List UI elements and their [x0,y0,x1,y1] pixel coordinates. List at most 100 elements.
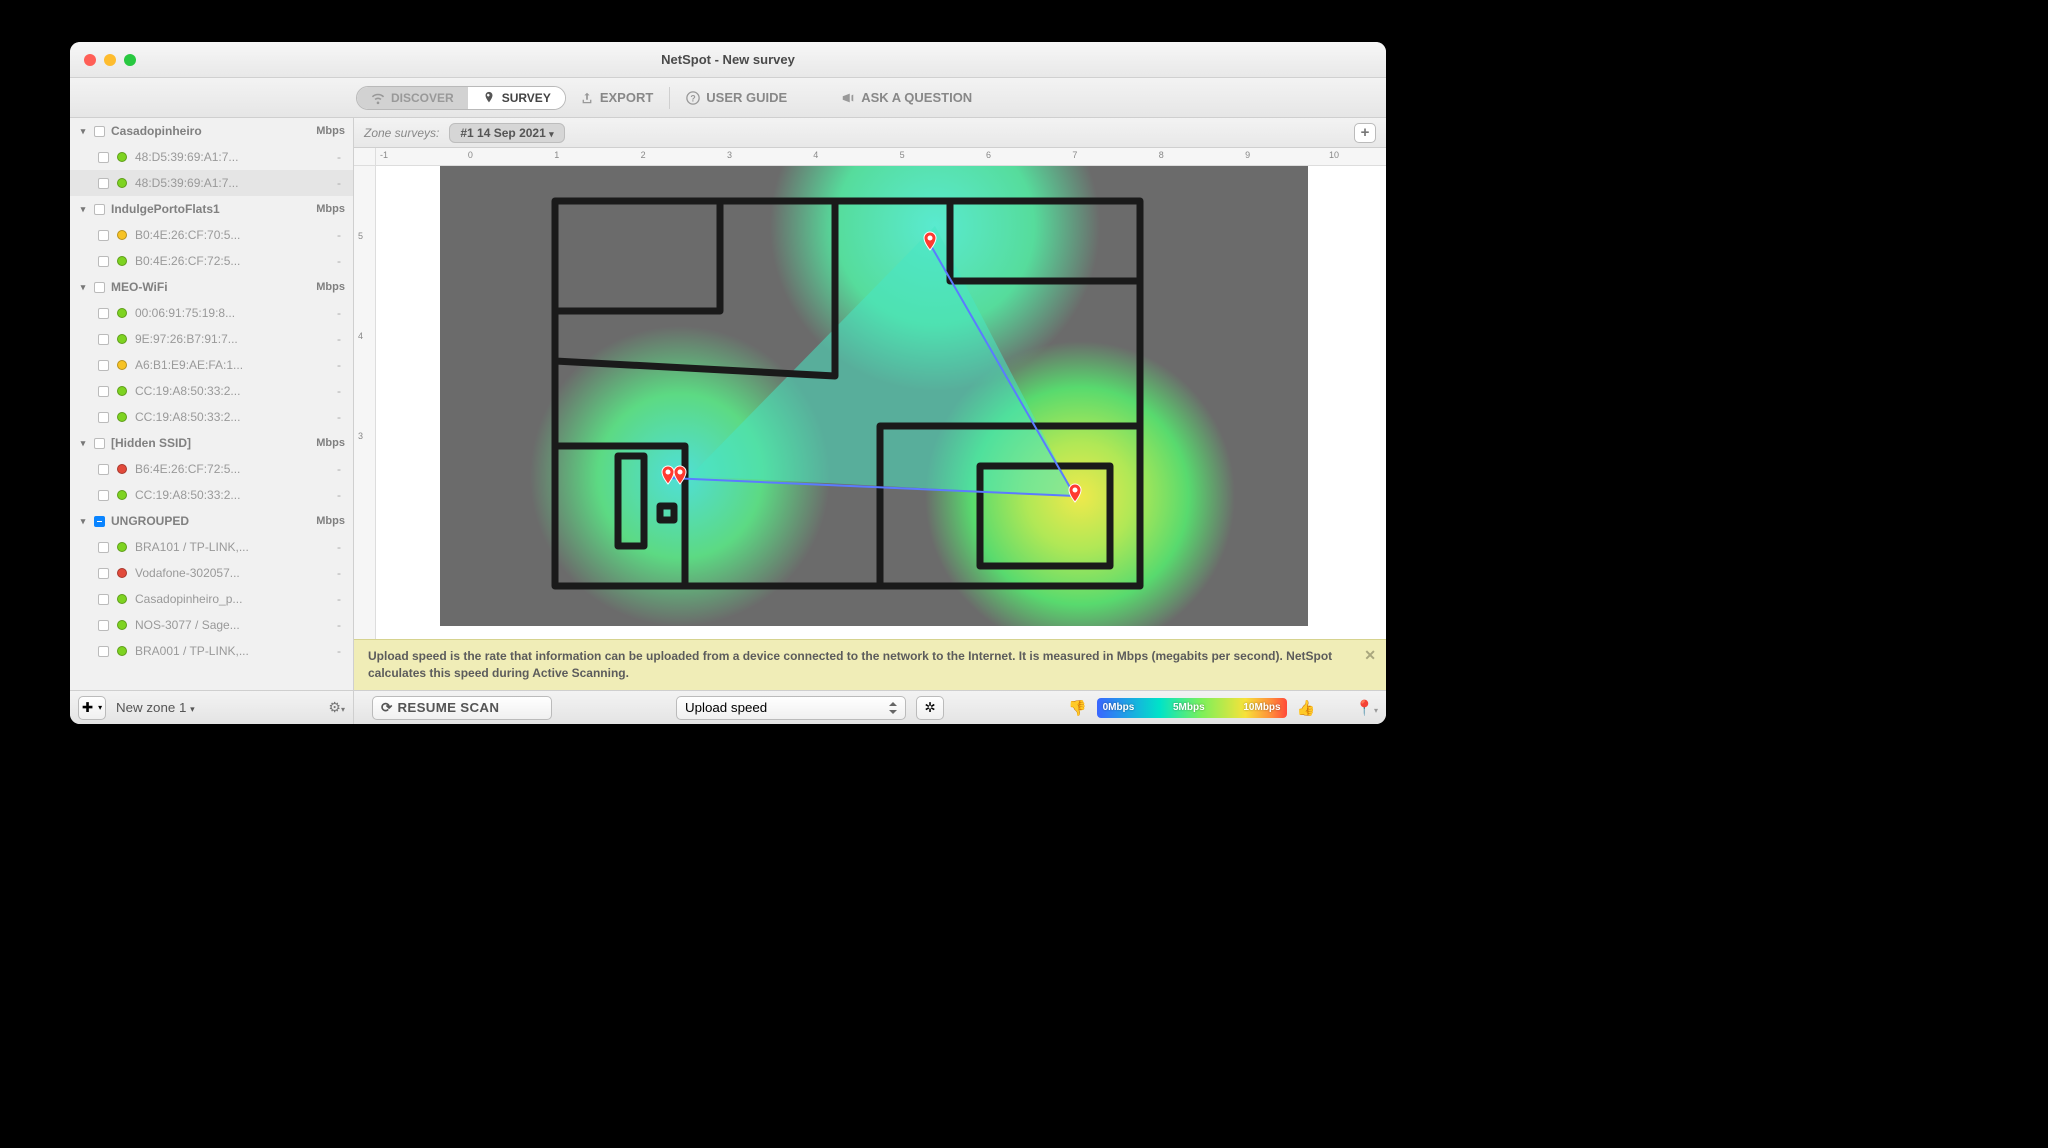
network-group-header[interactable]: ▾ [Hidden SSID] Mbps [70,430,353,456]
mbps-value: - [333,462,345,476]
network-row[interactable]: 48:D5:39:69:A1:7... - [70,144,353,170]
network-row[interactable]: CC:19:A8:50:33:2... - [70,378,353,404]
network-row[interactable]: 48:D5:39:69:A1:7... - [70,170,353,196]
mac-address: B6:4E:26:CF:72:5... [135,462,325,476]
network-row[interactable]: B0:4E:26:CF:72:5... - [70,248,353,274]
checkbox[interactable] [98,386,109,397]
checkbox[interactable] [94,126,105,137]
thumbs-down-icon[interactable]: 👎 [1068,699,1087,717]
network-row[interactable]: B0:4E:26:CF:70:5... - [70,222,353,248]
checkbox[interactable] [98,490,109,501]
ruler-vertical: 543 [354,166,376,690]
discover-tab[interactable]: DISCOVER [357,87,468,109]
mbps-value: - [333,618,345,632]
checkbox[interactable] [98,620,109,631]
mac-address: 48:D5:39:69:A1:7... [135,176,325,190]
network-row[interactable]: CC:19:A8:50:33:2... - [70,404,353,430]
network-row[interactable]: 00:06:91:75:19:8... - [70,300,353,326]
network-row[interactable]: BRA001 / TP-LINK,... - [70,638,353,664]
marker-menu[interactable]: 📍▾ [1355,699,1378,717]
survey-canvas[interactable]: -1012345678910 543 [354,148,1386,690]
survey-tab[interactable]: SURVEY [468,87,565,109]
checkbox[interactable] [98,646,109,657]
network-group-header[interactable]: ▾ UNGROUPED Mbps [70,508,353,534]
network-group-header[interactable]: ▾ Casadopinheiro Mbps [70,118,353,144]
mac-address: CC:19:A8:50:33:2... [135,410,325,424]
mac-address: BRA001 / TP-LINK,... [135,644,325,658]
survey-selector[interactable]: #1 14 Sep 2021 ▾ [449,123,564,143]
network-row[interactable]: B6:4E:26:CF:72:5... - [70,456,353,482]
checkbox[interactable] [98,360,109,371]
network-row[interactable]: Vodafone-302057... - [70,560,353,586]
resume-scan-button[interactable]: ⟳ RESUME SCAN [372,696,552,720]
ruler-tick: 1 [554,150,559,160]
thumbs-up-icon[interactable]: 👍 [1297,699,1316,717]
legend-mid: 5Mbps [1173,702,1205,713]
mbps-header: Mbps [316,515,345,527]
zone-selector[interactable]: New zone 1 ▾ [116,700,195,715]
group-name: [Hidden SSID] [111,436,191,450]
mac-address: B0:4E:26:CF:72:5... [135,254,325,268]
floorplan [440,166,1308,626]
ruler-tick: 7 [1072,150,1077,160]
signal-led-icon [117,490,127,500]
network-row[interactable]: BRA101 / TP-LINK,... - [70,534,353,560]
mac-address: Casadopinheiro_p... [135,592,325,606]
minimize-icon[interactable] [104,54,116,66]
checkbox[interactable] [98,152,109,163]
network-row[interactable]: 9E:97:26:B7:91:7... - [70,326,353,352]
mbps-value: - [333,254,345,268]
network-sidebar[interactable]: ▾ Casadopinheiro Mbps 48:D5:39:69:A1:7..… [70,118,354,690]
ruler-tick: 6 [986,150,991,160]
export-button[interactable]: EXPORT [580,90,653,105]
checkbox[interactable] [98,256,109,267]
signal-led-icon [117,334,127,344]
info-banner: Upload speed is the rate that informatio… [354,639,1386,690]
app-window: NetSpot - New survey DISCOVER SURVEY EXP… [70,42,1386,724]
network-row[interactable]: CC:19:A8:50:33:2... - [70,482,353,508]
chevron-down-icon: ▾ [78,282,88,293]
wifi-icon [371,91,385,105]
close-icon[interactable] [84,54,96,66]
network-group-header[interactable]: ▾ MEO-WiFi Mbps [70,274,353,300]
checkbox[interactable] [98,308,109,319]
export-icon [580,91,594,105]
mbps-header: Mbps [316,281,345,293]
checkbox[interactable] [94,282,105,293]
ask-question-button[interactable]: ASK A QUESTION [841,90,972,105]
checkbox[interactable] [94,204,105,215]
ruler-tick: 8 [1159,150,1164,160]
checkbox[interactable] [98,594,109,605]
gear-icon: ✲ [924,700,935,716]
group-name: Casadopinheiro [111,124,202,138]
mac-address: 9E:97:26:B7:91:7... [135,332,325,346]
close-icon[interactable]: ✕ [1364,646,1376,666]
checkbox[interactable] [94,438,105,449]
checkbox[interactable] [94,516,105,527]
checkbox[interactable] [98,568,109,579]
checkbox[interactable] [98,412,109,423]
mbps-value: - [333,488,345,502]
checkbox[interactable] [98,334,109,345]
network-row[interactable]: NOS-3077 / Sage... - [70,612,353,638]
checkbox[interactable] [98,464,109,475]
user-guide-button[interactable]: ? USER GUIDE [686,90,787,105]
network-group-header[interactable]: ▾ IndulgePortoFlats1 Mbps [70,196,353,222]
mbps-value: - [333,592,345,606]
mbps-value: - [333,332,345,346]
network-row[interactable]: A6:B1:E9:AE:FA:1... - [70,352,353,378]
metric-settings-button[interactable]: ✲ [916,696,944,720]
zoom-icon[interactable] [124,54,136,66]
mac-address: B0:4E:26:CF:70:5... [135,228,325,242]
metric-selector[interactable]: Upload speed [676,696,906,720]
ruler-tick: -1 [380,150,388,160]
settings-button[interactable]: ⚙▾ [328,699,345,716]
checkbox[interactable] [98,230,109,241]
checkbox[interactable] [98,542,109,553]
signal-led-icon [117,360,127,370]
add-zone-button[interactable]: ✚▾ [78,696,106,720]
ruler-tick: 3 [358,431,363,441]
network-row[interactable]: Casadopinheiro_p... - [70,586,353,612]
checkbox[interactable] [98,178,109,189]
add-survey-button[interactable]: + [1354,123,1376,143]
